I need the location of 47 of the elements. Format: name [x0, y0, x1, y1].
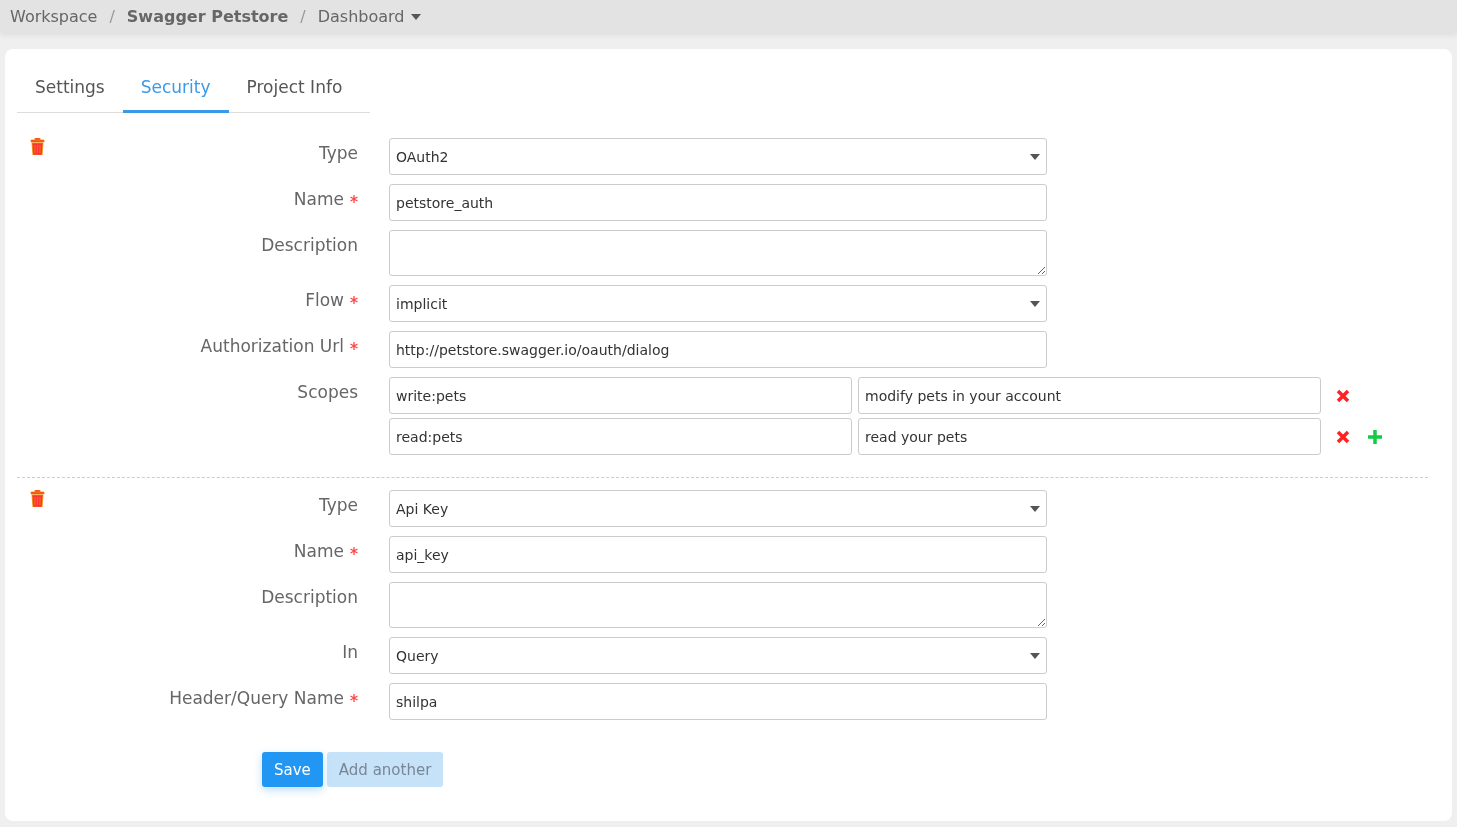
remove-icon[interactable]	[1336, 388, 1350, 403]
field-label: In	[342, 642, 358, 662]
required-icon	[350, 694, 358, 702]
dropdown-caret-icon	[410, 13, 421, 20]
select-field[interactable]: Api Key	[389, 490, 1047, 527]
select-field[interactable]: Query	[389, 637, 1047, 674]
field-label: Name	[293, 189, 344, 209]
trash-icon[interactable]	[30, 490, 45, 507]
select-field[interactable]: implicit	[389, 285, 1047, 322]
text-field[interactable]: petstore_auth	[389, 184, 1047, 221]
caret-icon	[1030, 505, 1040, 512]
remove-icon[interactable]	[1336, 429, 1350, 444]
field-label: Flow	[305, 290, 344, 310]
add-icon[interactable]	[1368, 429, 1382, 444]
field-label: Scopes	[297, 382, 358, 402]
text-field[interactable]: api_key	[389, 536, 1047, 573]
caret-icon	[1030, 153, 1040, 160]
trash-icon[interactable]	[30, 138, 45, 155]
text-field[interactable]: http://petstore.swagger.io/oauth/dialog	[389, 331, 1047, 368]
breadcrumb-link[interactable]: Workspace	[10, 7, 98, 26]
required-icon	[350, 195, 358, 203]
breadcrumb-separator: /	[109, 7, 115, 26]
select-field[interactable]: OAuth2	[389, 138, 1047, 175]
required-icon	[350, 296, 358, 304]
scope-description-field[interactable]: modify pets in your account	[858, 377, 1321, 414]
field-label: Type	[318, 495, 358, 515]
tab[interactable]: Project Info	[228, 63, 361, 113]
caret-icon	[1030, 652, 1040, 659]
breadcrumb-link[interactable]: Dashboard	[317, 7, 421, 26]
description-field[interactable]	[389, 582, 1047, 628]
field-label: Description	[261, 587, 358, 607]
caret-icon	[1030, 300, 1040, 307]
scope-name-field[interactable]: write:pets	[389, 377, 852, 414]
text-field[interactable]: shilpa	[389, 683, 1047, 720]
field-label: Type	[318, 143, 358, 163]
required-icon	[350, 547, 358, 555]
breadcrumb-separator: /	[300, 7, 306, 26]
field-label: Name	[293, 541, 344, 561]
field-label: Description	[261, 235, 358, 255]
field-label: Header/Query Name	[169, 688, 344, 708]
field-label: Authorization Url	[200, 336, 344, 356]
scope-description-field[interactable]: read your pets	[858, 418, 1321, 455]
required-icon	[350, 342, 358, 350]
description-field[interactable]	[389, 230, 1047, 276]
tab[interactable]: Settings	[17, 63, 123, 113]
breadcrumb-link[interactable]: Swagger Petstore	[126, 7, 289, 26]
scope-name-field[interactable]: read:pets	[389, 418, 852, 455]
